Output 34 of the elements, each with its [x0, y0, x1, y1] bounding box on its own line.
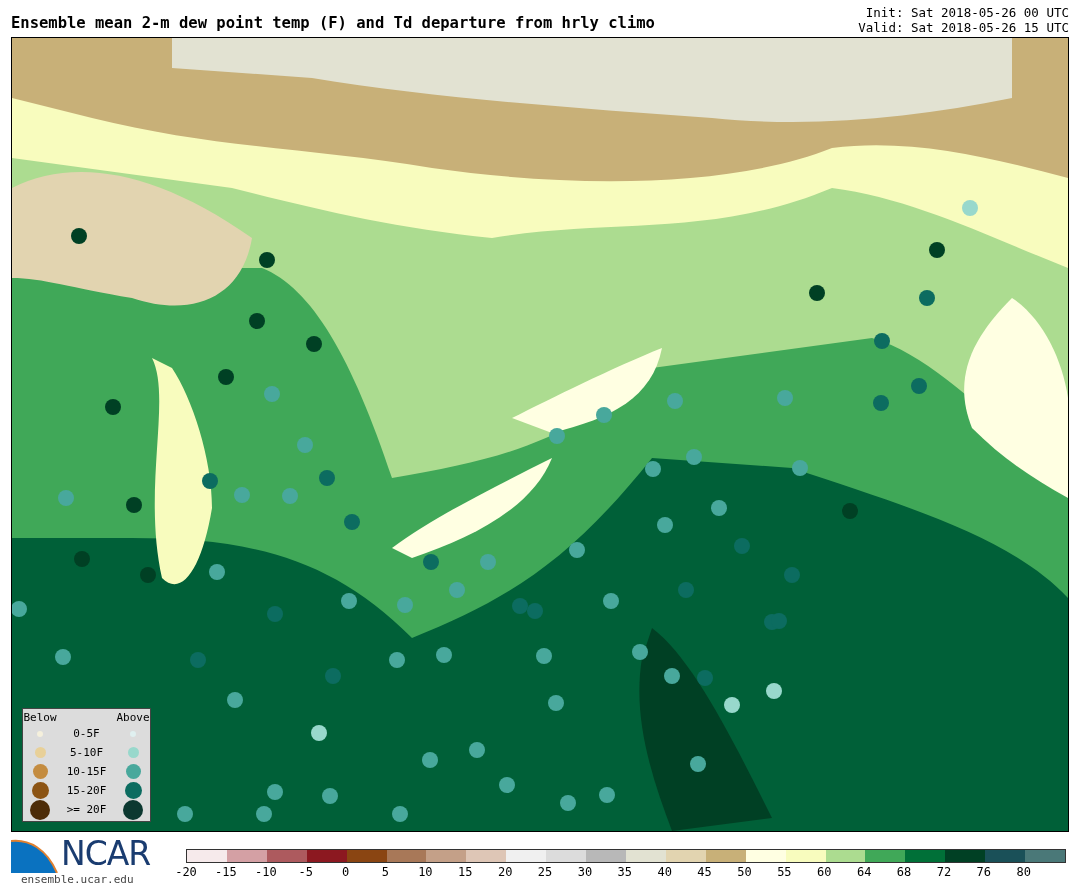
- tick-label: 55: [777, 865, 792, 879]
- tick-label: 45: [697, 865, 712, 879]
- legend-heading: Below: [23, 711, 57, 724]
- legend-label: 0-5F: [73, 727, 100, 740]
- tick-label: 68: [896, 865, 912, 879]
- tick-label: -20: [175, 865, 197, 879]
- website-url: ensemble.ucar.edu: [21, 873, 135, 886]
- init-time: Init: Sat 2018-05-26 00 UTC: [865, 5, 1069, 20]
- tick-label: 25: [537, 865, 553, 879]
- legend-label: >= 20F: [66, 803, 107, 816]
- tick-label: 60: [817, 865, 832, 879]
- legend-heading: Above: [116, 711, 150, 724]
- legend-label: 5-10F: [69, 746, 104, 759]
- valid-time: Valid: Sat 2018-05-26 15 UTC: [858, 20, 1069, 35]
- tick-label: 40: [657, 865, 672, 879]
- tick-label: 20: [497, 865, 513, 879]
- tick-label: -10: [254, 865, 277, 879]
- tick-label: -15: [215, 865, 237, 879]
- tick-label: 50: [737, 865, 752, 879]
- tick-label: 35: [617, 865, 633, 879]
- tick-label: 64: [856, 865, 872, 879]
- logo-text: NCAR: [61, 836, 151, 872]
- legend-label: 15-20F: [66, 784, 107, 797]
- tick-label: 10: [418, 865, 433, 879]
- chart-title: Ensemble mean 2-m dew point temp (F) and Td departure from hrly climo: [11, 14, 655, 34]
- tick-label: 80: [1016, 865, 1031, 879]
- tick-label: 30: [577, 865, 593, 879]
- tick-label: -5: [298, 865, 313, 879]
- tick-label: 0: [341, 865, 350, 879]
- tick-label: 76: [976, 865, 992, 879]
- tick-label: 15: [458, 865, 473, 879]
- legend-label: 10-15F: [66, 765, 107, 778]
- tick-label: 72: [936, 865, 952, 879]
- tick-label: 5: [381, 865, 390, 879]
